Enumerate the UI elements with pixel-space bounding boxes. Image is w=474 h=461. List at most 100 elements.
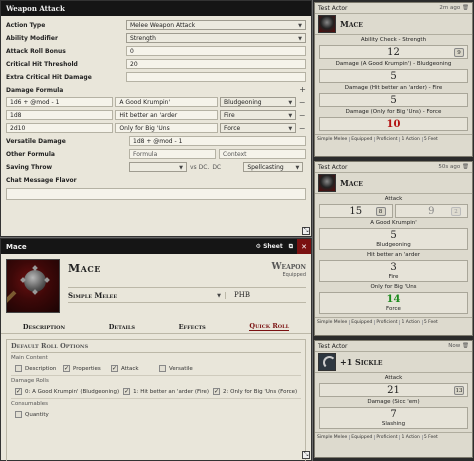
- chat-flavor-label: Chat Message Flavor: [6, 177, 77, 184]
- message-header: Test Actor 2m ago 🗑: [315, 3, 472, 13]
- chat-flavor-input[interactable]: [6, 188, 306, 200]
- attack-bonus-row: Attack Roll Bonus 0: [6, 45, 306, 57]
- roll-label: Ability Check - Strength: [360, 37, 427, 43]
- minus-icon[interactable]: −: [298, 98, 306, 107]
- message-header: Test Actor 50s ago 🗑: [315, 162, 472, 172]
- damage-type-select[interactable]: Bludgeoning ▼: [219, 97, 297, 107]
- tab-description[interactable]: Description: [23, 323, 65, 331]
- save-scaling-value: Spellcasting: [247, 164, 284, 171]
- window-header[interactable]: Weapon Attack: [1, 1, 311, 16]
- crit-threshold-row: Critical Hit Threshold 20: [6, 58, 306, 70]
- damage-type-select[interactable]: Force ▼: [219, 123, 297, 133]
- other-formula-input[interactable]: Formula: [129, 149, 216, 159]
- sheet-header[interactable]: Mace ⚙ Sheet ⧉ ✕: [1, 239, 311, 254]
- subtype-select[interactable]: ▼: [156, 291, 226, 299]
- action-type-select[interactable]: Melee Weapon Attack ▼: [126, 20, 306, 30]
- tab-effects[interactable]: Effects: [179, 323, 206, 331]
- damage-label: Damage (Sicc 'em): [367, 399, 420, 405]
- damage-result[interactable]: 5 Bludgeoning: [319, 228, 468, 250]
- checkbox-description[interactable]: Description: [15, 365, 59, 372]
- damage-result[interactable]: 10: [319, 117, 468, 131]
- damage-formula-input[interactable]: 1d6 + @mod - 1: [6, 97, 114, 107]
- damage-result[interactable]: 14 Force: [319, 292, 468, 314]
- checkbox-box: [15, 365, 22, 372]
- tab-quick-roll[interactable]: Quick Roll: [249, 322, 290, 331]
- tab-details[interactable]: Details: [109, 323, 135, 331]
- item-card-header[interactable]: Mace: [315, 172, 472, 194]
- footer-tag: 5 Feet: [423, 136, 438, 142]
- message-timestamp: 2m ago 🗑: [439, 5, 469, 11]
- damage-result[interactable]: 5: [319, 93, 468, 107]
- damage-total: 5: [390, 230, 397, 241]
- close-icon[interactable]: ✕: [297, 239, 311, 254]
- item-source[interactable]: PHB: [226, 291, 306, 299]
- damage-formula-input[interactable]: 2d10: [6, 123, 114, 133]
- trash-icon[interactable]: 🗑: [462, 5, 469, 11]
- ability-modifier-value: Strength: [130, 35, 156, 42]
- checkbox-damage-0[interactable]: ✓ 0: A Good Krumpin' (Bludgeoning): [15, 388, 119, 395]
- checkbox-quantity[interactable]: Quantity: [15, 411, 49, 418]
- message-timestamp: 50s ago 🗑: [438, 164, 469, 170]
- consumable-options: Quantity: [15, 409, 301, 420]
- plus-icon[interactable]: +: [299, 86, 306, 96]
- damage-result[interactable]: 5: [319, 69, 468, 83]
- popout-icon[interactable]: ⧉: [289, 243, 293, 251]
- damage-result[interactable]: 7 Slashing: [319, 407, 468, 429]
- chevron-down-icon: ▼: [288, 113, 293, 119]
- damage-type-value: Force: [223, 125, 241, 132]
- item-name[interactable]: Mace: [68, 262, 101, 275]
- roll-result[interactable]: 12 9: [319, 45, 468, 59]
- minus-icon[interactable]: −: [298, 124, 306, 133]
- save-dc-placeholder[interactable]: DC: [212, 164, 240, 171]
- item-card-header[interactable]: +1 Sickle: [315, 351, 472, 373]
- checkbox-attack[interactable]: ✓ Attack: [111, 365, 155, 372]
- damage-label: Damage (Only for Big 'Uns) - Force: [345, 109, 442, 115]
- damage-flavor-input[interactable]: Hit better an 'arder: [115, 110, 218, 120]
- trash-icon[interactable]: 🗑: [462, 164, 469, 170]
- crit-threshold-input[interactable]: 20: [126, 59, 306, 69]
- minus-icon[interactable]: −: [298, 111, 306, 120]
- checkbox-label: Attack: [121, 365, 139, 372]
- resize-handle-icon[interactable]: ⤡: [302, 227, 310, 235]
- save-ability-select[interactable]: ▼: [129, 162, 187, 172]
- save-scaling-select[interactable]: Spellcasting ▼: [243, 162, 304, 172]
- attack-roll-disadvantage[interactable]: 92: [394, 204, 468, 218]
- footer-tag: Equipped: [351, 319, 376, 325]
- damage-type: Slashing: [381, 421, 406, 427]
- damage-result[interactable]: 3 Fire: [319, 260, 468, 282]
- damage-flavor-input[interactable]: Only for Big 'Uns: [115, 123, 218, 133]
- checkbox-properties[interactable]: ✓ Properties: [63, 365, 107, 372]
- timestamp-text: Now: [448, 343, 461, 349]
- damage-type-select[interactable]: Fire ▼: [219, 110, 297, 120]
- attack-roll[interactable]: 15 8: [319, 204, 393, 218]
- versatile-input[interactable]: 1d8 + @mod - 1: [129, 136, 306, 146]
- die-badge: 2: [451, 207, 461, 216]
- checkbox-damage-1[interactable]: ✓ 1: Hit better an 'arder (Fire): [123, 388, 209, 395]
- item-type: Weapon: [271, 262, 306, 272]
- damage-formula-input[interactable]: 1d8: [6, 110, 114, 120]
- resize-handle-icon[interactable]: ⤡: [302, 451, 310, 459]
- item-subtype-row: Simple Melee ▼ PHB: [68, 287, 306, 303]
- other-context-input[interactable]: Context: [219, 149, 306, 159]
- roll-total: 12: [387, 46, 400, 58]
- message-speaker: Test Actor: [318, 163, 348, 171]
- attack-total: 9: [428, 205, 435, 217]
- checkbox-versatile[interactable]: Versatile: [159, 365, 203, 372]
- attack-roll[interactable]: 21 13: [319, 383, 468, 397]
- item-card-header[interactable]: Mace: [315, 13, 472, 35]
- damage-label: Hit better an 'arder: [367, 252, 420, 258]
- item-image[interactable]: [6, 259, 60, 313]
- sheet-config-button[interactable]: ⚙ Sheet: [256, 243, 283, 250]
- ability-modifier-row: Ability Modifier Strength ▼: [6, 32, 306, 44]
- consumables-label: Consumables: [11, 401, 49, 407]
- checkbox-damage-2[interactable]: ✓ 2: Only for Big 'Uns (Force): [213, 388, 297, 395]
- default-roll-options: Default Roll Options Main Content Descri…: [6, 339, 306, 461]
- trash-icon[interactable]: 🗑: [462, 343, 469, 349]
- ability-modifier-select[interactable]: Strength ▼: [126, 33, 306, 43]
- damage-label: Only for Big 'Uns: [370, 284, 417, 290]
- damage-flavor-input[interactable]: A Good Krumpin': [115, 97, 218, 107]
- attack-bonus-input[interactable]: 0: [126, 46, 306, 56]
- checkmark-icon: ✓: [213, 387, 221, 395]
- footer-tag: 1 Action: [401, 434, 423, 440]
- extra-crit-input[interactable]: [126, 72, 306, 82]
